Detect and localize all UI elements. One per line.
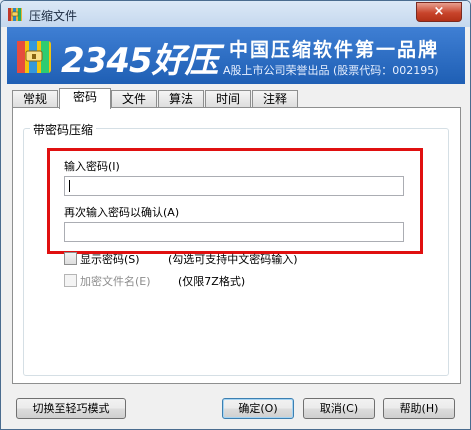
confirm-password-label: 再次输入密码以确认(A) bbox=[64, 206, 180, 219]
encrypt-filenames-hint: (仅限7Z格式) bbox=[178, 275, 246, 288]
password-label: 输入密码(I) bbox=[64, 160, 120, 173]
show-password-label[interactable]: 显示密码(S) bbox=[80, 251, 140, 267]
tab-comment[interactable]: 注释 bbox=[252, 90, 298, 108]
simple-mode-button[interactable]: 切换至轻巧模式 bbox=[16, 398, 126, 419]
encrypt-filenames-checkbox[interactable] bbox=[64, 274, 77, 287]
brand-subtext: A股上市公司荣誉出品 (股票代码：002195) bbox=[223, 64, 439, 77]
tab-time[interactable]: 时间 bbox=[205, 90, 251, 108]
haozip-logo-icon bbox=[17, 41, 51, 73]
window-title: 压缩文件 bbox=[29, 9, 78, 23]
title-bar[interactable]: 压缩文件 × bbox=[1, 1, 470, 27]
archive-app-icon bbox=[8, 8, 22, 21]
confirm-password-input[interactable] bbox=[64, 222, 404, 242]
show-password-checkbox[interactable] bbox=[64, 252, 77, 265]
brand-banner: 2345好压 中国压缩软件第一品牌 A股上市公司荣誉出品 (股票代码：00219… bbox=[7, 27, 465, 84]
text-caret bbox=[69, 180, 70, 192]
tab-algorithm[interactable]: 算法 bbox=[158, 90, 204, 108]
encrypt-filenames-label[interactable]: 加密文件名(E) bbox=[80, 273, 151, 289]
password-input[interactable] bbox=[64, 176, 404, 196]
password-tab-panel: 带密码压缩 输入密码(I) 再次输入密码以确认(A) 显示密码(S) (勾选可支… bbox=[12, 107, 461, 384]
tab-files[interactable]: 文件 bbox=[111, 90, 157, 108]
compress-dialog: 压缩文件 × 2345好压 中国压缩软件第一品牌 A股上市公司荣誉出品 (股票代… bbox=[0, 0, 471, 430]
help-button[interactable]: 帮助(H) bbox=[383, 398, 455, 419]
tab-password[interactable]: 密码 bbox=[59, 88, 111, 109]
show-password-hint: (勾选可支持中文密码输入) bbox=[168, 253, 298, 266]
brand-slogan: 中国压缩软件第一品牌 bbox=[229, 39, 440, 61]
password-group-legend: 带密码压缩 bbox=[30, 121, 97, 138]
brand-name: 2345好压 bbox=[61, 41, 219, 81]
cancel-button[interactable]: 取消(C) bbox=[303, 398, 375, 419]
ok-button[interactable]: 确定(O) bbox=[222, 398, 294, 419]
close-button[interactable]: × bbox=[416, 2, 462, 22]
close-icon: × bbox=[433, 4, 445, 19]
tab-general[interactable]: 常规 bbox=[12, 90, 58, 108]
